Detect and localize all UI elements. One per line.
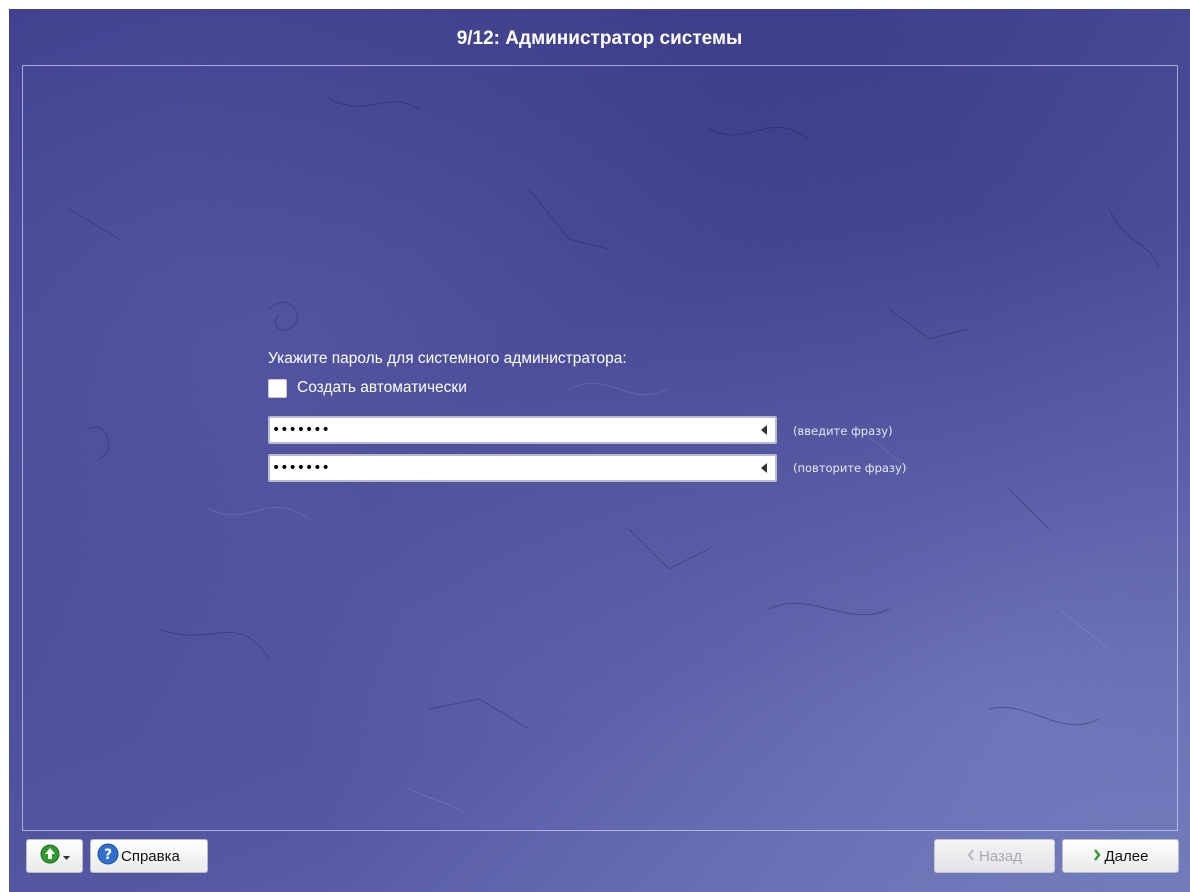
auto-generate-row[interactable]: Создать автоматически xyxy=(268,377,467,399)
clear-left-arrow-icon[interactable] xyxy=(753,418,775,442)
next-label: Далее xyxy=(1104,847,1149,865)
confirm-password-field[interactable] xyxy=(268,454,777,482)
installer-screen: 9/12: Администратор системы xyxy=(9,9,1190,892)
chevron-right-icon xyxy=(1093,848,1101,865)
confirm-password-hint: (повторите фразу) xyxy=(793,461,907,475)
back-label: Назад xyxy=(979,847,1022,865)
clear-left-arrow-icon[interactable] xyxy=(753,456,775,480)
content-frame xyxy=(22,65,1178,831)
back-button[interactable]: Назад xyxy=(934,839,1055,873)
green-up-arrow-icon xyxy=(40,844,60,868)
next-button[interactable]: Далее xyxy=(1062,839,1179,873)
help-button[interactable]: ? Справка xyxy=(90,839,208,873)
auto-generate-checkbox[interactable] xyxy=(268,378,287,398)
chevron-down-icon xyxy=(62,848,70,865)
password-prompt: Укажите пароль для системного администра… xyxy=(268,350,627,367)
password-form: Укажите пароль для системного администра… xyxy=(268,349,968,482)
help-label: Справка xyxy=(121,847,180,865)
auto-generate-label[interactable]: Создать автоматически xyxy=(297,379,467,397)
question-icon: ? xyxy=(97,843,119,869)
password-input[interactable] xyxy=(270,418,753,442)
confirm-password-input[interactable] xyxy=(270,456,753,480)
chevron-left-icon xyxy=(967,848,975,865)
password-field[interactable] xyxy=(268,416,777,444)
page-title: 9/12: Администратор системы xyxy=(456,28,743,49)
password-hint: (введите фразу) xyxy=(793,424,893,438)
svg-text:?: ? xyxy=(104,847,112,863)
language-button[interactable] xyxy=(26,839,83,873)
